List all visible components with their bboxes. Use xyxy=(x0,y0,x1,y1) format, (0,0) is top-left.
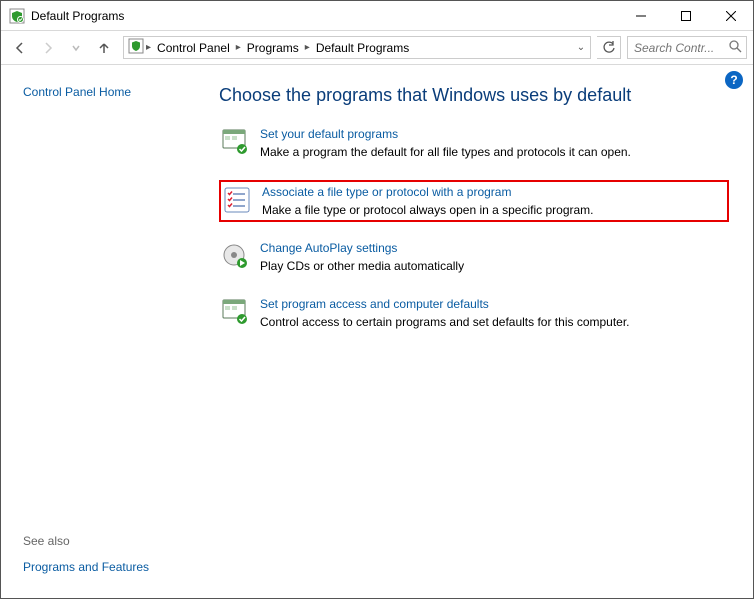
page-heading: Choose the programs that Windows uses by… xyxy=(219,85,729,106)
option-link[interactable]: Set your default programs xyxy=(260,127,631,141)
option-set-default-programs[interactable]: Set your default programs Make a program… xyxy=(219,124,729,162)
search-icon[interactable] xyxy=(729,40,742,56)
sidebar: Control Panel Home See also Programs and… xyxy=(1,65,201,598)
option-desc: Make a program the default for all file … xyxy=(260,145,631,159)
address-bar[interactable]: ▸ Control Panel ▸ Programs ▸ Default Pro… xyxy=(123,36,591,59)
address-dropdown[interactable]: ⌄ xyxy=(572,42,590,53)
app-icon xyxy=(9,8,25,24)
refresh-button[interactable] xyxy=(597,36,621,59)
programs-and-features-link[interactable]: Programs and Features xyxy=(23,560,187,574)
breadcrumb-item-default-programs[interactable]: Default Programs xyxy=(312,41,413,55)
search-box[interactable] xyxy=(627,36,747,59)
control-panel-icon xyxy=(128,38,144,57)
option-desc: Control access to certain programs and s… xyxy=(260,315,630,329)
content-body: Control Panel Home See also Programs and… xyxy=(1,65,753,598)
see-also-label: See also xyxy=(23,534,187,548)
recent-dropdown[interactable] xyxy=(63,36,89,60)
search-input[interactable] xyxy=(632,40,725,56)
option-link[interactable]: Associate a file type or protocol with a… xyxy=(262,185,594,199)
close-button[interactable] xyxy=(708,1,753,30)
minimize-button[interactable] xyxy=(618,1,663,30)
autoplay-icon xyxy=(222,243,248,269)
option-associate-file-type[interactable]: Associate a file type or protocol with a… xyxy=(219,180,729,222)
option-desc: Make a file type or protocol always open… xyxy=(262,203,594,217)
option-desc: Play CDs or other media automatically xyxy=(260,259,464,273)
help-icon[interactable]: ? xyxy=(725,71,743,89)
control-panel-home-link[interactable]: Control Panel Home xyxy=(23,85,187,99)
programs-shield-icon xyxy=(222,299,248,325)
maximize-button[interactable] xyxy=(663,1,708,30)
chevron-right-icon[interactable]: ▸ xyxy=(144,42,153,53)
forward-button[interactable] xyxy=(35,36,61,60)
checklist-icon xyxy=(224,187,250,213)
nav-bar: ▸ Control Panel ▸ Programs ▸ Default Pro… xyxy=(1,31,753,65)
back-button[interactable] xyxy=(7,36,33,60)
chevron-right-icon[interactable]: ▸ xyxy=(303,42,312,53)
breadcrumb-item-programs[interactable]: Programs xyxy=(243,41,303,55)
window-title: Default Programs xyxy=(31,9,618,23)
chevron-right-icon[interactable]: ▸ xyxy=(234,42,243,53)
main-panel: ? Choose the programs that Windows uses … xyxy=(201,65,753,598)
option-link[interactable]: Set program access and computer defaults xyxy=(260,297,630,311)
up-button[interactable] xyxy=(91,36,117,60)
option-link[interactable]: Change AutoPlay settings xyxy=(260,241,464,255)
breadcrumb-item-control-panel[interactable]: Control Panel xyxy=(153,41,234,55)
option-autoplay-settings[interactable]: Change AutoPlay settings Play CDs or oth… xyxy=(219,238,729,276)
title-bar: Default Programs xyxy=(1,1,753,31)
programs-icon xyxy=(222,129,248,155)
option-program-access-defaults[interactable]: Set program access and computer defaults… xyxy=(219,294,729,332)
